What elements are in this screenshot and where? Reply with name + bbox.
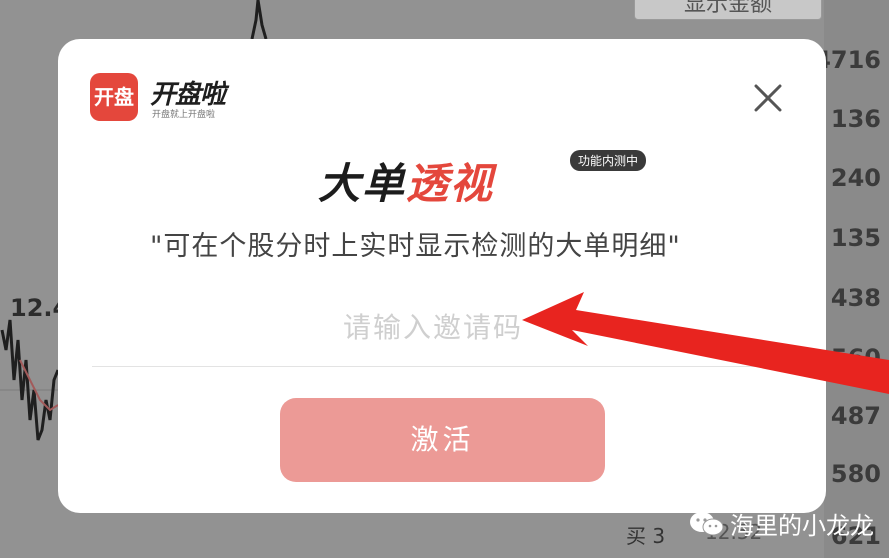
show-amount-button[interactable]: 显示金额: [634, 0, 822, 20]
order-value: 580: [830, 460, 881, 488]
order-value: 487: [830, 402, 881, 430]
app-slogan: 开盘就上开盘啦: [152, 110, 216, 120]
title-part-red: 透视: [406, 159, 495, 208]
order-book-column: 4716 136 240 135 438 560 487 580 621: [814, 0, 889, 558]
close-icon[interactable]: [748, 78, 788, 118]
order-value: 136: [830, 105, 881, 133]
bid-label: 买 3: [626, 524, 666, 548]
beta-badge: 功能内测中: [570, 150, 647, 171]
title-part-black: 大单: [318, 159, 407, 208]
app-name: 开盘啦: [150, 80, 226, 110]
wechat-icon: [690, 512, 724, 536]
activate-button[interactable]: 激活: [280, 398, 605, 482]
order-value: 560: [830, 344, 881, 372]
app-logo-icon: 开盘: [90, 73, 138, 121]
watermark-text: 海里的小龙龙: [730, 512, 874, 540]
order-value: 240: [830, 164, 881, 192]
invite-code-placeholder: 请输入邀请码: [343, 311, 524, 344]
dialog-title: 大单透视: [318, 150, 494, 211]
order-value: 438: [830, 284, 881, 312]
dialog-subtitle: "可在个股分时上实时显示检测的大单明细": [150, 231, 681, 262]
order-value: 135: [830, 224, 881, 252]
